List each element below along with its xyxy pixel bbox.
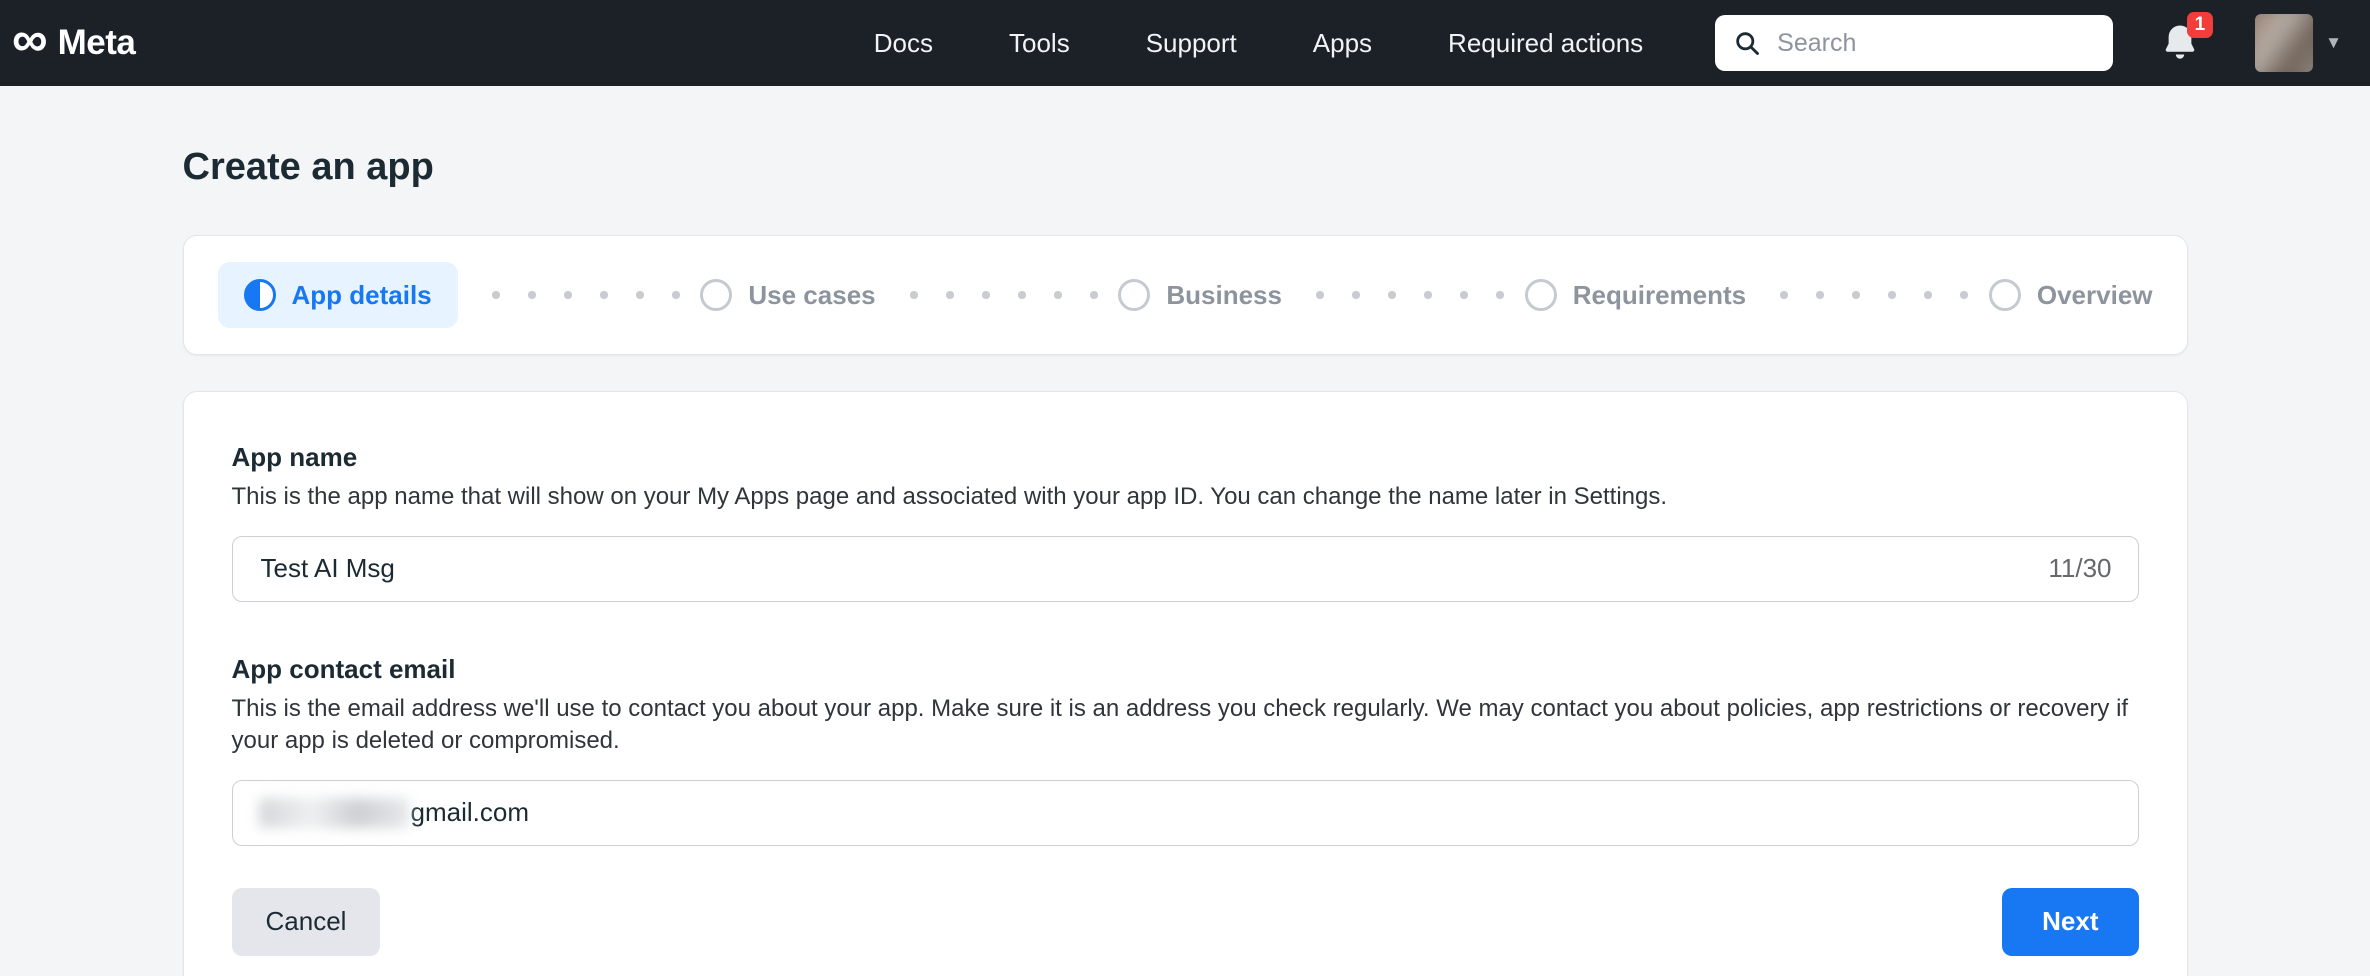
- step-business: Business: [1118, 279, 1282, 311]
- step-label-overview: Overview: [2036, 279, 2153, 310]
- step-label-use-cases: Use cases: [748, 279, 876, 310]
- nav-link-apps[interactable]: Apps: [1313, 28, 1372, 59]
- nav-link-support[interactable]: Support: [1146, 28, 1237, 59]
- notifications-button[interactable]: 1: [2159, 12, 2214, 64]
- search-box[interactable]: [1715, 15, 2114, 71]
- search-icon: [1736, 32, 1760, 55]
- step-icon-use-cases: [700, 279, 733, 311]
- nav-link-required-actions[interactable]: Required actions: [1448, 28, 1643, 59]
- app-name-char-count: 11/30: [2048, 553, 2112, 584]
- step-label-requirements: Requirements: [1572, 279, 1747, 310]
- wizard-stepper: App details Use cases Business Requireme…: [182, 235, 2188, 355]
- form-actions: Cancel Next: [231, 887, 2139, 956]
- contact-email-help: This is the email address we'll use to c…: [231, 694, 2129, 755]
- next-button[interactable]: Next: [2002, 887, 2139, 956]
- redacted-email-prefix: [258, 797, 409, 828]
- search-input[interactable]: [1775, 27, 2096, 59]
- step-use-cases: Use cases: [700, 279, 876, 311]
- step-label-app-details: App details: [291, 279, 432, 310]
- contact-email-label: App contact email: [231, 653, 456, 684]
- step-connector: [477, 290, 681, 300]
- email-visible-text: gmail.com: [410, 797, 529, 828]
- step-icon-app-details: [243, 279, 276, 311]
- chevron-down-icon[interactable]: ▼: [2325, 33, 2342, 53]
- meta-logo-icon: ∞: [12, 11, 48, 67]
- top-navbar: ∞ Meta Docs Tools Support Apps Required …: [0, 0, 2370, 86]
- step-connector: [1301, 290, 1505, 300]
- app-name-label: App name: [231, 442, 358, 472]
- page-title: Create an app: [182, 146, 434, 188]
- step-connector: [895, 290, 1099, 300]
- step-label-business: Business: [1166, 279, 1282, 310]
- app-name-input[interactable]: [258, 552, 2029, 586]
- nav-link-docs[interactable]: Docs: [874, 28, 933, 59]
- step-connector: [1766, 290, 1969, 300]
- step-icon-requirements: [1524, 279, 1557, 311]
- app-name-help: This is the app name that will show on y…: [231, 483, 1668, 510]
- step-overview: Overview: [1988, 279, 2153, 311]
- app-name-input-wrap: 11/30: [231, 535, 2139, 602]
- avatar-blurred-image: [2255, 14, 2314, 72]
- step-icon-business: [1118, 279, 1151, 311]
- step-icon-overview: [1988, 279, 2021, 311]
- cancel-button[interactable]: Cancel: [231, 887, 381, 956]
- step-app-details: App details: [217, 262, 458, 328]
- step-requirements: Requirements: [1524, 279, 1747, 311]
- main-content: Create an app App details Use cases Busi…: [182, 146, 2188, 976]
- profile-avatar[interactable]: [2255, 14, 2314, 72]
- brand-name: Meta: [57, 23, 136, 62]
- app-contact-email-input[interactable]: gmail.com: [231, 779, 2139, 846]
- notification-badge: 1: [2186, 12, 2214, 38]
- nav-links: Docs Tools Support Apps Required actions: [874, 28, 1643, 59]
- app-details-form: App name This is the app name that will …: [182, 391, 2188, 976]
- nav-link-tools[interactable]: Tools: [1009, 28, 1070, 59]
- meta-home-link[interactable]: ∞ Meta: [12, 14, 136, 68]
